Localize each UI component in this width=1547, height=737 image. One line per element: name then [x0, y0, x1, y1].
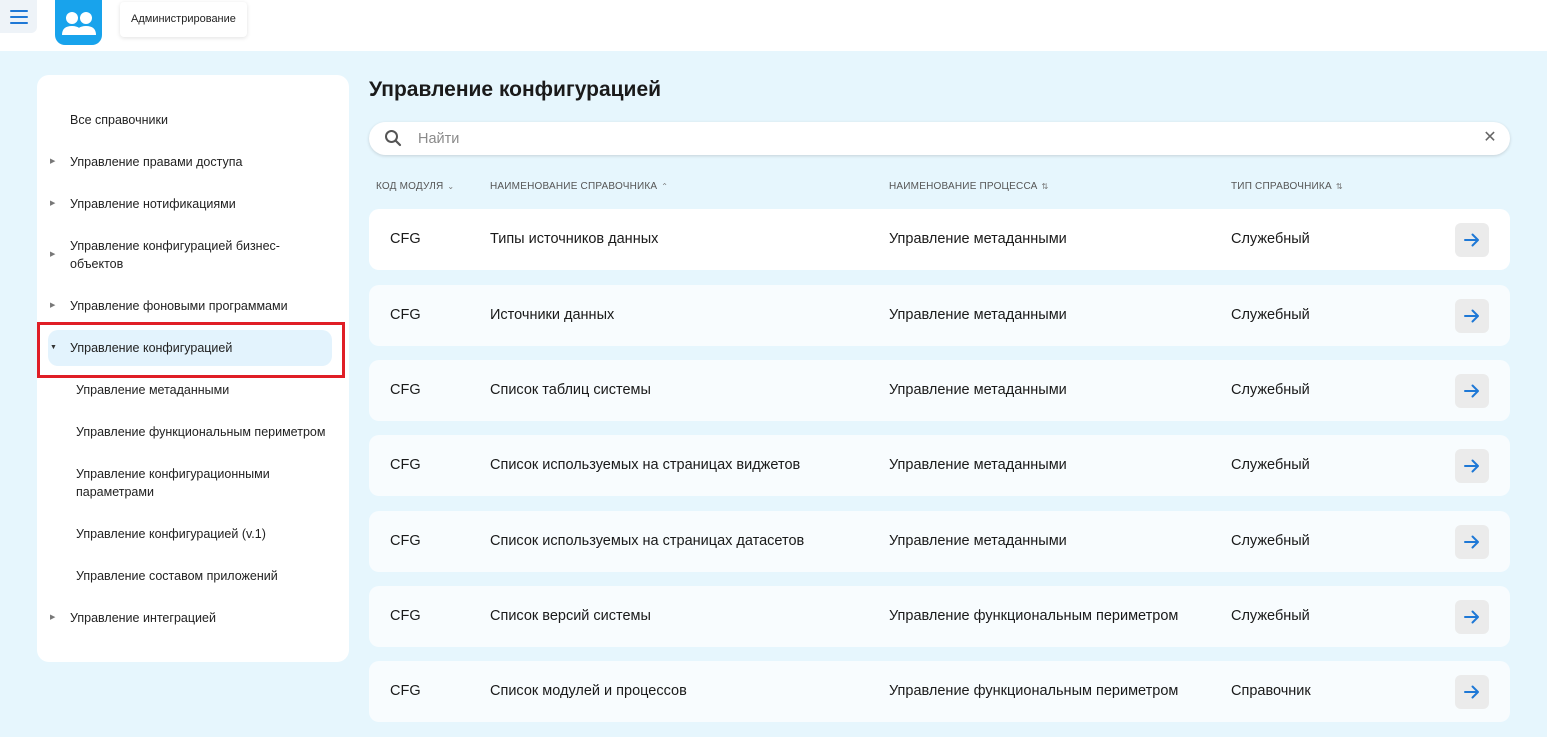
column-header-module-code[interactable]: КОД МОДУЛЯ ⌄ [376, 181, 454, 192]
sidebar-item-label: Управление правами доступа [70, 155, 243, 169]
arrow-right-icon[interactable] [1455, 525, 1489, 559]
users-icon[interactable] [55, 0, 102, 45]
cell-module-code: CFG [390, 382, 421, 398]
chevron-down-icon: ▼ [50, 344, 57, 351]
cell-process-name: Управление функциональным периметром [889, 608, 1179, 624]
table-row[interactable]: CFG Типы источников данных Управление ме… [369, 209, 1510, 270]
cell-dictionary-name: Источники данных [490, 307, 615, 323]
cell-module-code: CFG [390, 307, 421, 323]
table-row[interactable]: CFG Список таблиц системы Управление мет… [369, 360, 1510, 421]
cell-process-name: Управление метаданными [889, 457, 1067, 473]
search-input[interactable] [418, 128, 1458, 149]
column-header-label: КОД МОДУЛЯ [376, 181, 444, 192]
chevron-right-icon: ▶ [50, 614, 56, 621]
table-row[interactable]: CFG Источники данных Управление метаданн… [369, 285, 1510, 346]
top-bar: Администрирование [0, 0, 1547, 51]
sidebar-item-label: Все справочники [70, 113, 168, 127]
column-header-dictionary-type[interactable]: ТИП СПРАВОЧНИКА ⇅ [1231, 181, 1343, 192]
arrow-right-icon[interactable] [1455, 299, 1489, 333]
cell-dictionary-type: Служебный [1231, 457, 1310, 473]
table-row[interactable]: CFG Список модулей и процессов Управлени… [369, 661, 1510, 722]
cell-dictionary-type: Служебный [1231, 608, 1310, 624]
table-row[interactable]: CFG Список версий системы Управление фун… [369, 586, 1510, 647]
cell-dictionary-type: Служебный [1231, 307, 1310, 323]
close-icon[interactable]: ✕ [1480, 128, 1500, 148]
arrow-right-icon[interactable] [1455, 600, 1489, 634]
sidebar-subitem-label: Управление конфигурационными параметрами [76, 467, 270, 499]
cell-dictionary-type: Служебный [1231, 231, 1310, 247]
arrow-right-icon[interactable] [1455, 675, 1489, 709]
cell-dictionary-name: Список таблиц системы [490, 382, 651, 398]
chevron-right-icon: ▶ [50, 302, 56, 309]
sidebar-subitem-label: Управление составом приложений [76, 569, 278, 583]
table-row[interactable]: CFG Список используемых на страницах вид… [369, 435, 1510, 496]
column-header-label: НАИМЕНОВАНИЕ ПРОЦЕССА [889, 181, 1038, 192]
search-icon[interactable] [384, 129, 402, 152]
cell-dictionary-name: Список модулей и процессов [490, 683, 687, 699]
arrow-right-icon[interactable] [1455, 374, 1489, 408]
cell-dictionary-type: Справочник [1231, 683, 1311, 699]
search-bar: ✕ [369, 122, 1510, 155]
sidebar: Все справочники ▶ Управление правами дос… [37, 75, 349, 662]
sidebar-item-label: Управление нотификациями [70, 197, 236, 211]
column-header-dictionary-name[interactable]: НАИМЕНОВАНИЕ СПРАВОЧНИКА ⌃ [490, 181, 668, 192]
cell-dictionary-name: Список используемых на страницах виджето… [490, 457, 801, 473]
sidebar-item-label: Управление конфигурацией бизнес-объектов [70, 239, 280, 271]
column-header-label: НАИМЕНОВАНИЕ СПРАВОЧНИКА [490, 181, 658, 192]
chevron-right-icon: ▶ [50, 158, 56, 165]
cell-module-code: CFG [390, 533, 421, 549]
table-row[interactable]: CFG Список используемых на страницах дат… [369, 511, 1510, 572]
chevron-right-icon: ▶ [50, 251, 56, 258]
sidebar-item-label: Управление фоновыми программами [70, 299, 288, 313]
sidebar-subitem-label: Управление конфигурацией (v.1) [76, 527, 266, 541]
page-title: Управление конфигурацией [369, 78, 662, 101]
hamburger-icon[interactable] [0, 0, 37, 33]
arrow-right-icon[interactable] [1455, 449, 1489, 483]
arrow-right-icon[interactable] [1455, 223, 1489, 257]
cell-process-name: Управление метаданными [889, 307, 1067, 323]
cell-dictionary-name: Список используемых на страницах датасет… [490, 533, 805, 549]
cell-module-code: CFG [390, 457, 421, 473]
sidebar-item-label: Управление интеграцией [70, 611, 216, 625]
chevron-down-icon: ⌄ [447, 182, 455, 191]
sidebar-item-label: Управление конфигурацией [70, 341, 233, 355]
chevron-right-icon: ▶ [50, 200, 56, 207]
column-header-process-name[interactable]: НАИМЕНОВАНИЕ ПРОЦЕССА ⇅ [889, 181, 1048, 192]
cell-dictionary-type: Служебный [1231, 533, 1310, 549]
cell-dictionary-name: Типы источников данных [490, 231, 659, 247]
cell-module-code: CFG [390, 608, 421, 624]
sort-icon: ⇅ [1335, 182, 1343, 191]
cell-dictionary-type: Служебный [1231, 382, 1310, 398]
sort-icon: ⇅ [1041, 182, 1049, 191]
column-header-label: ТИП СПРАВОЧНИКА [1231, 181, 1332, 192]
cell-process-name: Управление метаданными [889, 533, 1067, 549]
sidebar-subitem-label: Управление функциональным периметром [76, 425, 326, 439]
cell-module-code: CFG [390, 231, 421, 247]
cell-process-name: Управление функциональным периметром [889, 683, 1179, 699]
cell-process-name: Управление метаданными [889, 382, 1067, 398]
cell-module-code: CFG [390, 683, 421, 699]
cell-process-name: Управление метаданными [889, 231, 1067, 247]
chevron-up-icon: ⌃ [661, 182, 669, 191]
cell-dictionary-name: Список версий системы [490, 608, 651, 624]
app-tab-administration[interactable]: Администрирование [120, 2, 247, 37]
sidebar-subitem-label: Управление метаданными [76, 383, 230, 397]
